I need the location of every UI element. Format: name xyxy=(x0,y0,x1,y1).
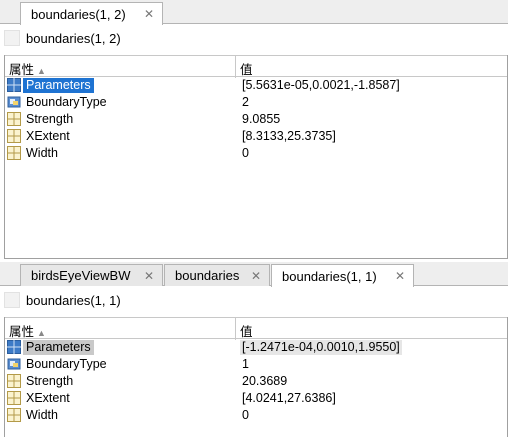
property-name: Strength xyxy=(26,112,74,126)
property-name: Width xyxy=(26,146,58,160)
property-name: BoundaryType xyxy=(26,357,107,371)
matrix-icon xyxy=(7,340,21,354)
column-value[interactable]: 值 xyxy=(240,59,253,78)
table-header: 属性 ▲ 值 xyxy=(5,317,507,340)
tab-bar: boundaries(1, 2) ✕ xyxy=(0,0,508,25)
tab-boundaries-1-1[interactable]: boundaries(1, 1) ✕ xyxy=(271,264,414,287)
property-table: 属性 ▲ 值 Parameters [-1.2471e-04,0.0010,1.9… xyxy=(4,317,508,437)
tab-birdseyeviewbw[interactable]: birdsEyeViewBW ✕ xyxy=(20,264,163,286)
column-property[interactable]: 属性 ▲ xyxy=(9,321,46,340)
object-icon xyxy=(7,96,21,108)
tab-bar: birdsEyeViewBW ✕ boundaries ✕ boundaries… xyxy=(0,262,508,287)
variable-header: boundaries(1, 2) xyxy=(4,26,504,50)
table-row[interactable]: Parameters [-1.2471e-04,0.0010,1.9550] xyxy=(5,339,507,356)
table-header: 属性 ▲ 值 xyxy=(5,55,507,78)
column-divider[interactable] xyxy=(235,318,236,340)
table-row[interactable]: BoundaryType 2 xyxy=(5,94,507,111)
property-value: 20.3689 xyxy=(242,374,288,388)
property-value: 0 xyxy=(242,408,249,422)
close-icon[interactable]: ✕ xyxy=(144,269,154,283)
table-row[interactable]: Width 0 xyxy=(5,407,507,424)
property-name: Parameters xyxy=(23,340,94,355)
grid-icon xyxy=(7,112,21,126)
grid-icon xyxy=(7,129,21,143)
property-table: 属性 ▲ 值 Parameters [5.5631e-05,0.0021,-1.8… xyxy=(4,55,508,258)
column-divider[interactable] xyxy=(235,56,236,78)
property-name: BoundaryType xyxy=(26,95,107,109)
close-icon[interactable]: ✕ xyxy=(251,269,261,283)
table-row[interactable]: Parameters [5.5631e-05,0.0021,-1.8587] xyxy=(5,77,507,94)
property-value: [4.0241,27.6386] xyxy=(242,391,336,405)
table-row[interactable]: XExtent [8.3133,25.3735] xyxy=(5,128,507,145)
property-name: Parameters xyxy=(23,78,94,93)
close-icon[interactable]: ✕ xyxy=(395,269,405,283)
table-row[interactable]: Width 0 xyxy=(5,145,507,162)
property-name: Width xyxy=(26,408,58,422)
property-name: XExtent xyxy=(26,391,70,405)
table-row[interactable]: BoundaryType 1 xyxy=(5,356,507,373)
property-name: Strength xyxy=(26,374,74,388)
panel-border xyxy=(4,258,508,259)
property-value: 9.0855 xyxy=(242,112,281,126)
column-property[interactable]: 属性 ▲ xyxy=(9,59,46,78)
property-value: [-1.2471e-04,0.0010,1.9550] xyxy=(240,340,402,355)
close-icon[interactable]: ✕ xyxy=(144,7,154,21)
grid-icon xyxy=(7,146,21,160)
tab-boundaries-1-2[interactable]: boundaries(1, 2) ✕ xyxy=(20,2,163,25)
grid-icon xyxy=(7,391,21,405)
tab-label: boundaries(1, 1) xyxy=(282,268,377,284)
variable-header: boundaries(1, 1) xyxy=(4,288,504,312)
tab-label: boundaries(1, 2) xyxy=(31,6,126,22)
variable-title: boundaries(1, 2) xyxy=(26,30,121,46)
grid-icon xyxy=(7,408,21,422)
table-row[interactable]: Strength 9.0855 xyxy=(5,111,507,128)
property-value: 0 xyxy=(242,146,249,160)
property-value: [8.3133,25.3735] xyxy=(242,129,336,143)
table-row[interactable]: Strength 20.3689 xyxy=(5,373,507,390)
property-value: 2 xyxy=(242,95,249,109)
tab-boundaries[interactable]: boundaries ✕ xyxy=(164,264,270,286)
property-value: [5.5631e-05,0.0021,-1.8587] xyxy=(242,78,400,92)
tab-label: boundaries xyxy=(175,268,240,283)
tab-label: birdsEyeViewBW xyxy=(31,268,131,283)
table-row[interactable]: XExtent [4.0241,27.6386] xyxy=(5,390,507,407)
property-value: 1 xyxy=(242,357,249,371)
variable-panel-top: boundaries(1, 2) ✕ boundaries(1, 2) 属性 ▲ … xyxy=(0,0,508,260)
column-value[interactable]: 值 xyxy=(240,321,253,340)
property-name: XExtent xyxy=(26,129,70,143)
matrix-icon xyxy=(7,78,21,92)
grid-icon xyxy=(7,374,21,388)
sort-up-icon: ▲ xyxy=(37,66,46,76)
variable-panel-bottom: birdsEyeViewBW ✕ boundaries ✕ boundaries… xyxy=(0,262,508,437)
variable-icon xyxy=(4,30,20,46)
variable-title: boundaries(1, 1) xyxy=(26,292,121,308)
object-icon xyxy=(7,358,21,370)
sort-up-icon: ▲ xyxy=(37,328,46,338)
variable-icon xyxy=(4,292,20,308)
